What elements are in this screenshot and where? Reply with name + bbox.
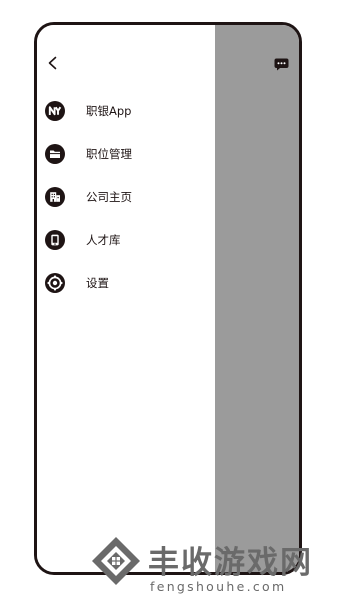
menu-item-settings[interactable]: 设置 [45, 271, 205, 295]
phone-frame: 职银App 职位管理 公司主页 人才库 设置 [34, 22, 302, 575]
screen: 职银App 职位管理 公司主页 人才库 设置 丰收游戏网 fengshouhe.… [0, 0, 338, 600]
phone-icon [45, 230, 65, 250]
folder-icon [45, 144, 65, 164]
menu-item-label: 职位管理 [86, 147, 132, 161]
menu-item-job-management[interactable]: 职位管理 [45, 142, 205, 166]
dim-overlay[interactable] [215, 25, 299, 572]
menu-item-label: 人才库 [86, 233, 121, 247]
menu-item-company-page[interactable]: 公司主页 [45, 185, 205, 209]
menu-item-talent-pool[interactable]: 人才库 [45, 228, 205, 252]
chevron-left-icon[interactable] [46, 56, 60, 70]
watermark-title: 丰收游戏网 [148, 545, 313, 581]
watermark: 丰收游戏网 fengshouhe.com [90, 527, 338, 600]
gear-icon [45, 273, 65, 293]
watermark-subtitle: fengshouhe.com [150, 579, 287, 594]
building-icon [45, 187, 65, 207]
menu-item-label: 职银App [86, 104, 132, 118]
navigation-drawer: 职银App 职位管理 公司主页 人才库 设置 [37, 25, 215, 572]
chat-bubble-icon[interactable] [274, 58, 289, 71]
menu-item-label: 公司主页 [86, 190, 132, 204]
menu-item-label: 设置 [86, 276, 109, 290]
ny-logo-icon [45, 101, 65, 121]
menu-item-zhiyin-app[interactable]: 职银App [45, 99, 205, 123]
diamond-logo [92, 537, 140, 585]
